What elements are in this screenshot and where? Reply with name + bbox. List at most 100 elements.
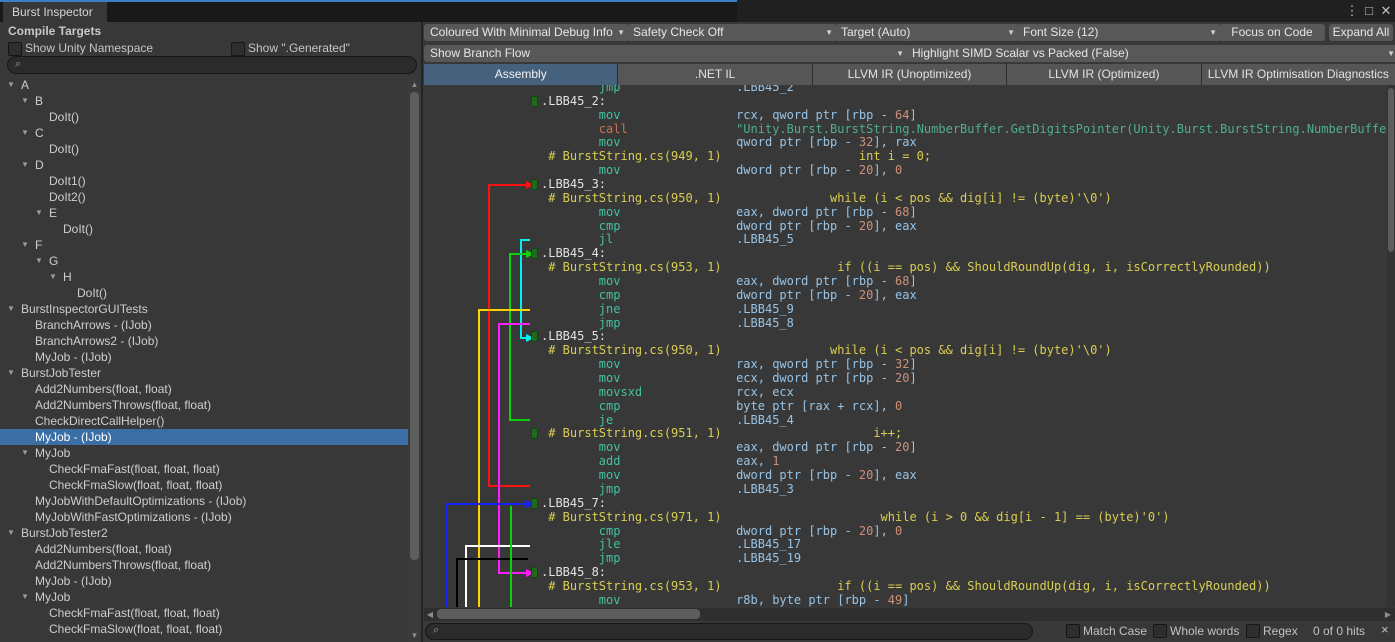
tree-item[interactable]: ▼MyJob [0,589,408,605]
tree-item[interactable]: CheckFmaSlow(float, float, float) [0,621,408,637]
tree-item[interactable]: ▼H [0,269,408,285]
scroll-up-icon[interactable]: ▲ [408,80,421,89]
tree-item[interactable]: ▼BurstJobTester2 [0,525,408,541]
asm-seg-mn: mov [541,440,736,454]
tree-item-label: MyJob - (IJob) [35,573,112,589]
font-size-dropdown[interactable]: Font Size (12) ▼ [1017,24,1221,41]
show-unity-namespace-checkbox[interactable] [8,42,22,56]
tab-llvm-ir-optimisation-diagnostics[interactable]: LLVM IR Optimisation Diagnostics [1202,64,1395,85]
tree-item[interactable]: DoIt() [0,285,408,301]
asm-seg-mn: cmp [541,219,736,233]
asm-seg-op: .LBB45_9 [736,302,794,316]
expanded-triangle-icon[interactable]: ▼ [35,253,43,269]
scroll-down-icon[interactable]: ▼ [408,631,421,640]
asm-seg-op: ], rax [873,135,916,149]
maximize-icon[interactable]: □ [1361,0,1377,22]
tree-item[interactable]: ▼D [0,157,408,173]
code-horizontal-scrollbar[interactable]: ◀ ▶ [424,608,1395,621]
tree-item[interactable]: DoIt2() [0,189,408,205]
tree-search-input[interactable]: ⌕ [7,56,417,74]
tree-item[interactable]: CheckDirectCallHelper() [0,413,408,429]
expanded-triangle-icon[interactable]: ▼ [7,301,15,317]
tree-item[interactable]: MyJobWithDefaultOptimizations - (IJob) [0,493,408,509]
asm-seg-cm: # BurstString.cs(950, 1) while (i < pos … [541,191,1112,205]
tree-item[interactable]: ▼C [0,125,408,141]
expanded-triangle-icon[interactable]: ▼ [7,365,15,381]
close-icon[interactable]: ✕ [1378,0,1394,22]
asm-line: .LBB45_4: [424,247,1386,261]
debug-info-dropdown[interactable]: Coloured With Minimal Debug Info ▼ [424,24,629,41]
tree-item[interactable]: ▼MyJob [0,445,408,461]
tab-net-il[interactable]: .NET IL [618,64,812,85]
expanded-triangle-icon[interactable]: ▼ [21,125,29,141]
window-menu-icon[interactable]: ⋮ [1344,0,1360,22]
tree-item[interactable]: ▼BurstJobTester [0,365,408,381]
tree-item[interactable]: ▼E [0,205,408,221]
asm-line: jle .LBB45_17 [424,538,1386,552]
tab-llvm-ir-optimized[interactable]: LLVM IR (Optimized) [1007,64,1201,85]
tree-item[interactable]: CheckFmaFast(float, float, float) [0,461,408,477]
tree-item[interactable]: ▼A [0,77,408,93]
tree-item[interactable]: ▼G [0,253,408,269]
window-tab-burst-inspector[interactable]: Burst Inspector [3,2,107,22]
tree-item[interactable]: DoIt() [0,109,408,125]
assembly-lines: jmp .LBB45_2.LBB45_2: mov rcx, qword ptr… [424,85,1386,607]
tree-item[interactable]: Add2Numbers(float, float) [0,381,408,397]
expanded-triangle-icon[interactable]: ▼ [7,525,15,541]
target-dropdown[interactable]: Target (Auto) ▼ [835,24,1019,41]
asm-seg-lbl: .LBB45_3: [541,177,606,191]
tree-item[interactable]: Add2NumbersThrows(float, float) [0,557,408,573]
asm-seg-op: .LBB45_2 [736,85,794,94]
tab-llvm-ir-unoptimized[interactable]: LLVM IR (Unoptimized) [813,64,1007,85]
tree-item[interactable]: MyJobWithFastOptimizations - (IJob) [0,509,408,525]
regex-checkbox[interactable] [1246,624,1260,638]
tree-item[interactable]: BranchArrows2 - (IJob) [0,333,408,349]
expanded-triangle-icon[interactable]: ▼ [21,589,29,605]
find-input[interactable]: ⌕ [425,623,1033,640]
tree-item[interactable]: CheckFmaFast(float, float, float) [0,605,408,621]
tree-item[interactable]: ▼F [0,237,408,253]
tree-scrollbar[interactable]: ▲ ▼ [408,78,421,642]
compile-targets-tree[interactable]: ▼A▼BDoIt()▼CDoIt()▼DDoIt1()DoIt2()▼EDoIt… [0,77,408,642]
whole-words-checkbox[interactable] [1153,624,1167,638]
tree-item-label: BranchArrows - (IJob) [35,317,152,333]
tree-item[interactable]: Add2NumbersThrows(float, float) [0,397,408,413]
tree-scrollbar-thumb[interactable] [410,92,419,560]
scroll-right-icon[interactable]: ▶ [1382,610,1394,619]
expanded-triangle-icon[interactable]: ▼ [7,77,15,93]
focus-on-code-button[interactable]: Focus on Code [1219,24,1325,41]
asm-seg-op: rax, qword ptr [rbp - [736,357,895,371]
expanded-triangle-icon[interactable]: ▼ [21,93,29,109]
code-vertical-scrollbar[interactable] [1387,85,1395,607]
tree-item[interactable]: DoIt1() [0,173,408,189]
scroll-left-icon[interactable]: ◀ [424,610,436,619]
tree-item[interactable]: DoIt() [0,221,408,237]
branch-flow-dropdown-label: Show Branch Flow [430,46,530,60]
expanded-triangle-icon[interactable]: ▼ [21,157,29,173]
tab-assembly[interactable]: Assembly [424,64,618,85]
tree-item[interactable]: Add2Numbers(float, float) [0,541,408,557]
match-case-checkbox[interactable] [1066,624,1080,638]
expanded-triangle-icon[interactable]: ▼ [49,269,57,285]
tree-item[interactable]: MyJob - (IJob) [0,349,408,365]
close-find-icon[interactable]: × [1381,623,1389,637]
tree-item[interactable]: ▼B [0,93,408,109]
tree-item[interactable]: MyJob - (IJob) [0,573,408,589]
expanded-triangle-icon[interactable]: ▼ [35,205,43,221]
tree-item[interactable]: ▼BurstInspectorGUITests [0,301,408,317]
tree-item[interactable]: DoIt() [0,141,408,157]
simd-highlight-dropdown[interactable]: Highlight SIMD Scalar vs Packed (False) … [906,45,1395,62]
expanded-triangle-icon[interactable]: ▼ [21,445,29,461]
tree-item[interactable]: CheckFmaSlow(float, float, float) [0,477,408,493]
tree-item[interactable]: MyJob - (IJob) [0,429,408,445]
show-generated-checkbox[interactable] [231,42,245,56]
code-vscroll-thumb[interactable] [1388,88,1394,252]
expanded-triangle-icon[interactable]: ▼ [21,237,29,253]
tree-item[interactable]: BranchArrows - (IJob) [0,317,408,333]
expand-all-button[interactable]: Expand All [1329,24,1393,41]
code-hscroll-thumb[interactable] [437,609,700,619]
branch-flow-dropdown[interactable]: Show Branch Flow ▼ [424,45,908,62]
safety-check-dropdown[interactable]: Safety Check Off ▼ [627,24,837,41]
title-bar [0,0,1395,22]
assembly-code-view[interactable]: jmp .LBB45_2.LBB45_2: mov rcx, qword ptr… [424,85,1386,607]
